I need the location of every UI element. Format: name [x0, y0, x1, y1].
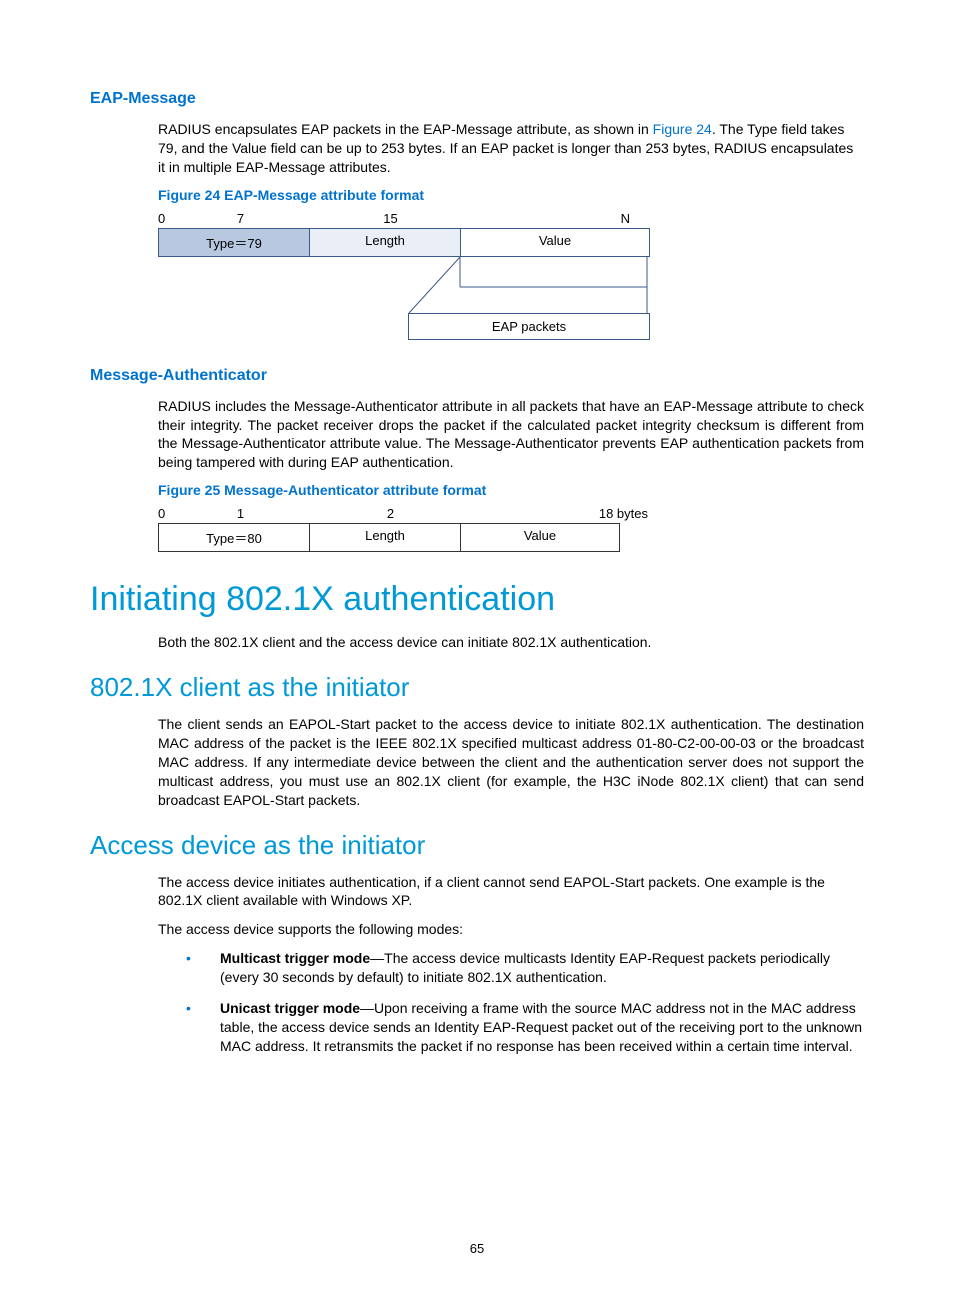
section-message-authenticator-body: RADIUS includes the Message-Authenticato… [158, 397, 864, 553]
paragraph: Both the 802.1X client and the access de… [158, 633, 864, 652]
list-item: Unicast trigger mode—Upon receiving a fr… [186, 999, 864, 1056]
scale-tick: 2 [313, 506, 468, 521]
cell-value: Value [461, 524, 619, 551]
cell-type: Type＝79 [159, 229, 310, 256]
figure25-caption: Figure 25 Message-Authenticator attribut… [158, 482, 864, 498]
paragraph: RADIUS encapsulates EAP packets in the E… [158, 120, 864, 177]
paragraph: The access device initiates authenticati… [158, 873, 864, 911]
document-page: EAP-Message RADIUS encapsulates EAP pack… [0, 0, 954, 1296]
scale-tick: N [468, 211, 648, 226]
access-device-body: The access device initiates authenticati… [158, 873, 864, 1056]
page-number: 65 [0, 1241, 954, 1256]
paragraph: The access device supports the following… [158, 920, 864, 939]
heading-eap-message: EAP-Message [90, 90, 864, 108]
heading-access-device-initiator: Access device as the initiator [90, 830, 864, 861]
figure-link[interactable]: Figure 24 [653, 121, 712, 137]
list-item: Multicast trigger mode—The access device… [186, 949, 864, 987]
figure24-row: Type＝79 Length Value [158, 228, 650, 257]
figure25-diagram: 0 1 2 18 bytes Type＝80 Length Value [158, 506, 864, 552]
scale-tick: 18 bytes [468, 506, 648, 521]
mode-list: Multicast trigger mode—The access device… [186, 949, 864, 1055]
scale-tick: 0 [158, 506, 168, 521]
cell-type: Type＝80 [159, 524, 310, 551]
mode-name: Multicast trigger mode [220, 950, 370, 966]
scale-tick: 15 [313, 211, 468, 226]
cell-length: Length [310, 229, 461, 256]
text: RADIUS encapsulates EAP packets in the E… [158, 121, 653, 137]
figure24-scale: 0 7 15 N [158, 211, 648, 226]
scale-tick: 0 [158, 211, 168, 226]
figure25-row: Type＝80 Length Value [158, 523, 620, 552]
figure25-scale: 0 1 2 18 bytes [158, 506, 648, 521]
heading-client-initiator: 802.1X client as the initiator [90, 672, 864, 703]
heading-message-authenticator: Message-Authenticator [90, 367, 864, 385]
figure24-connector: EAP packets [158, 257, 648, 339]
cell-value: Value [461, 229, 649, 256]
eap-packets-box: EAP packets [408, 313, 650, 340]
intro-block: Both the 802.1X client and the access de… [158, 633, 864, 652]
paragraph: RADIUS includes the Message-Authenticato… [158, 397, 864, 473]
figure24-diagram: 0 7 15 N Type＝79 Length Value EAP packet… [158, 211, 864, 339]
scale-tick: 1 [168, 506, 313, 521]
scale-tick: 7 [168, 211, 313, 226]
figure24-caption: Figure 24 EAP-Message attribute format [158, 187, 864, 203]
mode-name: Unicast trigger mode [220, 1000, 360, 1016]
paragraph: The client sends an EAPOL-Start packet t… [158, 715, 864, 809]
cell-length: Length [310, 524, 461, 551]
heading-initiating-8021x: Initiating 802.1X authentication [90, 580, 864, 619]
client-initiator-body: The client sends an EAPOL-Start packet t… [158, 715, 864, 809]
section-eap-message-body: RADIUS encapsulates EAP packets in the E… [158, 120, 864, 339]
